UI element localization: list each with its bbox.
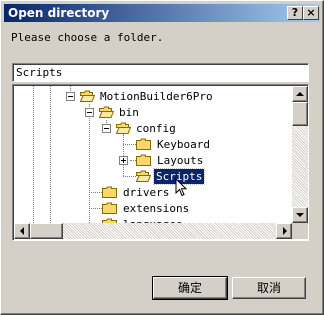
tree-item-label: MotionBuilder6Pro: [100, 90, 213, 103]
scroll-down-button[interactable]: [292, 207, 308, 223]
close-button[interactable]: ×: [303, 6, 319, 20]
scroll-left-button[interactable]: [14, 223, 30, 239]
help-icon: ?: [291, 6, 299, 19]
tree-line: [89, 208, 102, 209]
tree-line: [89, 192, 102, 193]
prompt-label: Please choose a folder.: [11, 31, 164, 44]
title-bar[interactable]: Open directory ? ×: [4, 4, 320, 22]
collapse-icon[interactable]: [66, 92, 75, 101]
vertical-scroll-thumb[interactable]: [292, 102, 308, 126]
tree-item-label: config: [136, 122, 176, 135]
folder-icon: [136, 154, 151, 166]
expand-icon[interactable]: [119, 156, 128, 165]
arrow-left-icon: [20, 227, 24, 235]
open-folder-icon: [136, 170, 151, 182]
tree-item-label: bin: [119, 106, 139, 119]
cancel-button[interactable]: 取消: [232, 277, 306, 299]
collapse-icon[interactable]: [102, 124, 111, 133]
open-folder-icon: [99, 106, 114, 118]
tree-item-label: extensions: [123, 202, 190, 215]
ok-button[interactable]: 确定: [152, 276, 228, 300]
folder-icon: [102, 186, 117, 198]
scroll-up-button[interactable]: [292, 86, 308, 102]
tree-line: [89, 104, 90, 223]
tree-item-label: Layouts: [157, 154, 204, 167]
help-button[interactable]: ?: [287, 6, 303, 20]
arrow-up-icon: [296, 92, 304, 96]
open-folder-icon: [116, 122, 131, 134]
collapse-icon[interactable]: [85, 108, 94, 117]
folder-icon: [136, 138, 151, 150]
arrow-right-icon: [283, 227, 287, 235]
folder-icon: [102, 202, 117, 214]
arrow-down-icon: [296, 213, 304, 217]
open-folder-icon: [80, 90, 95, 102]
mouse-pointer-icon: [175, 178, 188, 197]
horizontal-scrollbar[interactable]: [14, 223, 292, 239]
folder-tree: MotionBuilder6Pro bin config Keyboard La…: [12, 84, 309, 241]
tree-item-label: Keyboard: [157, 138, 210, 151]
horizontal-scroll-thumb[interactable]: [30, 223, 63, 239]
tree-line: [123, 134, 124, 176]
tree-line: [123, 176, 136, 177]
window-title: Open directory: [8, 6, 110, 20]
tree-line: [123, 144, 136, 145]
tree-line: [50, 86, 51, 223]
scroll-right-button[interactable]: [276, 223, 292, 239]
vertical-scrollbar[interactable]: [292, 86, 308, 223]
tree-line: [33, 86, 34, 223]
folder-name-input[interactable]: Scripts: [12, 63, 309, 82]
close-icon: ×: [306, 6, 316, 19]
scrollbar-corner: [292, 223, 308, 239]
tree-view[interactable]: MotionBuilder6Pro bin config Keyboard La…: [14, 86, 292, 223]
tree-item-label: drivers: [123, 186, 170, 199]
